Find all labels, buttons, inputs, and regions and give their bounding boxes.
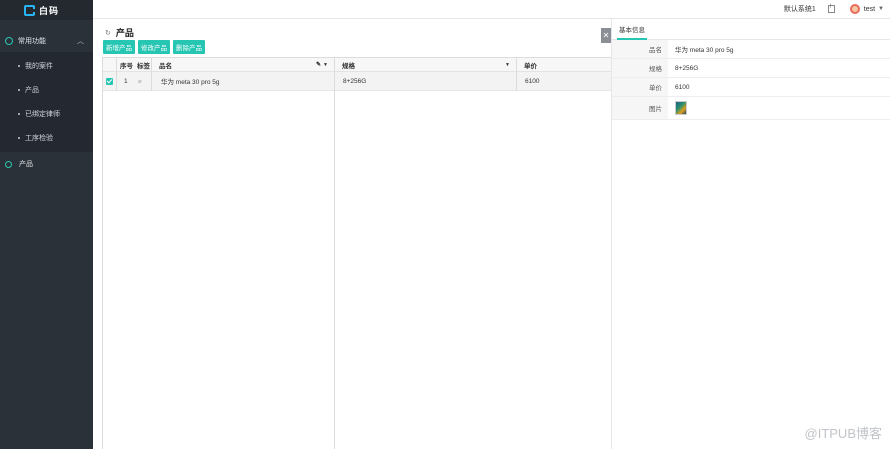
column-divider xyxy=(151,58,152,91)
circle-icon xyxy=(5,160,12,168)
sidebar-item-lawyers[interactable]: 已绑定律师 xyxy=(0,102,93,126)
notification-icon[interactable] xyxy=(827,4,835,13)
field-label: 规格 xyxy=(612,59,668,77)
gear-icon xyxy=(5,37,13,45)
menu-group-common[interactable]: 常用功能 ︿ xyxy=(0,30,93,52)
pin-icon[interactable]: ✎ xyxy=(316,58,321,71)
sidebar: 白码 常用功能 ︿ 我的案件 产品 已绑定律师 工序检验 产品 xyxy=(0,0,93,449)
page-title: 产品 xyxy=(115,28,134,38)
sidebar-item-label: 我的案件 xyxy=(25,63,53,70)
column-header-index[interactable]: 序号 xyxy=(120,58,133,71)
data-grid: 序号 标签 品名 ✎ ▼ 规格 ▼ 单价 1 ⌀ 华为 meta 30 pro … xyxy=(102,57,611,449)
row-spec: 8+256G xyxy=(343,77,367,85)
row-price: 6100 xyxy=(525,77,540,85)
column-divider xyxy=(116,58,117,91)
field-value: 8+256G xyxy=(675,64,699,72)
sidebar-item-label: 产品 xyxy=(25,87,39,94)
edit-product-button[interactable]: 修改产品 xyxy=(138,40,170,54)
row-checkbox[interactable] xyxy=(106,72,113,90)
submenu: 我的案件 产品 已绑定律师 工序检验 xyxy=(0,52,93,152)
field-label: 单价 xyxy=(612,78,668,96)
column-menu-caret-icon[interactable]: ▼ xyxy=(505,58,510,71)
topbar: 默认系统1 test ▼ xyxy=(93,0,890,19)
sidebar-item-my-cases[interactable]: 我的案件 xyxy=(0,54,93,78)
watermark: @ITPUB博客 xyxy=(804,426,882,441)
field-label: 品名 xyxy=(612,40,668,58)
refresh-icon[interactable]: ↻ xyxy=(105,29,111,37)
column-header-spec[interactable]: 规格 xyxy=(342,58,355,71)
logo-icon xyxy=(24,4,35,16)
column-header-price[interactable]: 单价 xyxy=(524,58,537,71)
table-header: 序号 标签 品名 ✎ ▼ 规格 ▼ 单价 xyxy=(103,58,611,72)
bullet-icon xyxy=(18,113,20,115)
checkbox-checked-icon xyxy=(106,77,113,85)
page-header: ↻ 产品 xyxy=(105,26,134,39)
product-image-thumbnail[interactable] xyxy=(675,101,687,115)
detail-row-name: 品名 华为 meta 30 pro 5g xyxy=(612,40,890,59)
attachment-icon[interactable]: ⌀ xyxy=(138,72,142,90)
sidebar-item-product-top[interactable]: 产品 xyxy=(0,152,93,176)
logo[interactable]: 白码 xyxy=(0,0,93,20)
detail-row-price: 单价 6100 xyxy=(612,78,890,97)
delete-product-button[interactable]: 删除产品 xyxy=(173,40,205,54)
avatar[interactable] xyxy=(849,4,860,14)
sidebar-item-label: 产品 xyxy=(19,161,33,168)
sidebar-item-label: 已绑定律师 xyxy=(25,111,60,118)
column-divider xyxy=(516,58,517,91)
menu-group-label: 常用功能 xyxy=(18,38,46,45)
row-name: 华为 meta 30 pro 5g xyxy=(161,79,220,86)
bullet-icon xyxy=(18,137,20,139)
field-label: 图片 xyxy=(612,97,668,119)
toolbar: 新增产品 修改产品 删除产品 xyxy=(103,40,205,54)
detail-row-image: 图片 xyxy=(612,97,890,120)
username[interactable]: test xyxy=(864,6,875,13)
bullet-icon xyxy=(18,65,20,67)
sidebar-item-product[interactable]: 产品 xyxy=(0,78,93,102)
caret-down-icon[interactable]: ▼ xyxy=(878,6,884,12)
main-content: ↻ 产品 新增产品 修改产品 删除产品 序号 标签 品名 ✎ ▼ 规格 ▼ 单价… xyxy=(93,19,611,449)
table-row[interactable]: 1 ⌀ 华为 meta 30 pro 5g 8+256G 6100 xyxy=(103,72,611,91)
row-index: 1 xyxy=(124,77,128,85)
field-value: 华为 meta 30 pro 5g xyxy=(675,47,734,54)
column-divider[interactable] xyxy=(334,58,335,449)
sidebar-item-label: 工序检验 xyxy=(25,135,53,142)
column-header-name[interactable]: 品名 xyxy=(159,58,172,71)
sidebar-item-inspection[interactable]: 工序检验 xyxy=(0,126,93,150)
system-switcher[interactable]: 默认系统1 xyxy=(784,4,816,14)
bullet-icon xyxy=(18,89,20,91)
column-menu-caret-icon[interactable]: ▼ xyxy=(323,58,328,71)
field-value: 6100 xyxy=(675,83,690,91)
detail-row-spec: 规格 8+256G xyxy=(612,59,890,78)
column-header-tag[interactable]: 标签 xyxy=(137,58,150,71)
field-value xyxy=(668,97,890,119)
detail-panel: 基本信息 品名 华为 meta 30 pro 5g 规格 8+256G 单价 6… xyxy=(611,19,890,449)
add-product-button[interactable]: 新增产品 xyxy=(103,40,135,54)
panel-tabs: 基本信息 xyxy=(612,19,890,40)
logo-text: 白码 xyxy=(39,5,60,16)
tab-basic-info[interactable]: 基本信息 xyxy=(617,19,647,40)
chevron-up-icon: ︿ xyxy=(77,38,84,45)
close-panel-button[interactable]: ✕ xyxy=(601,28,611,43)
